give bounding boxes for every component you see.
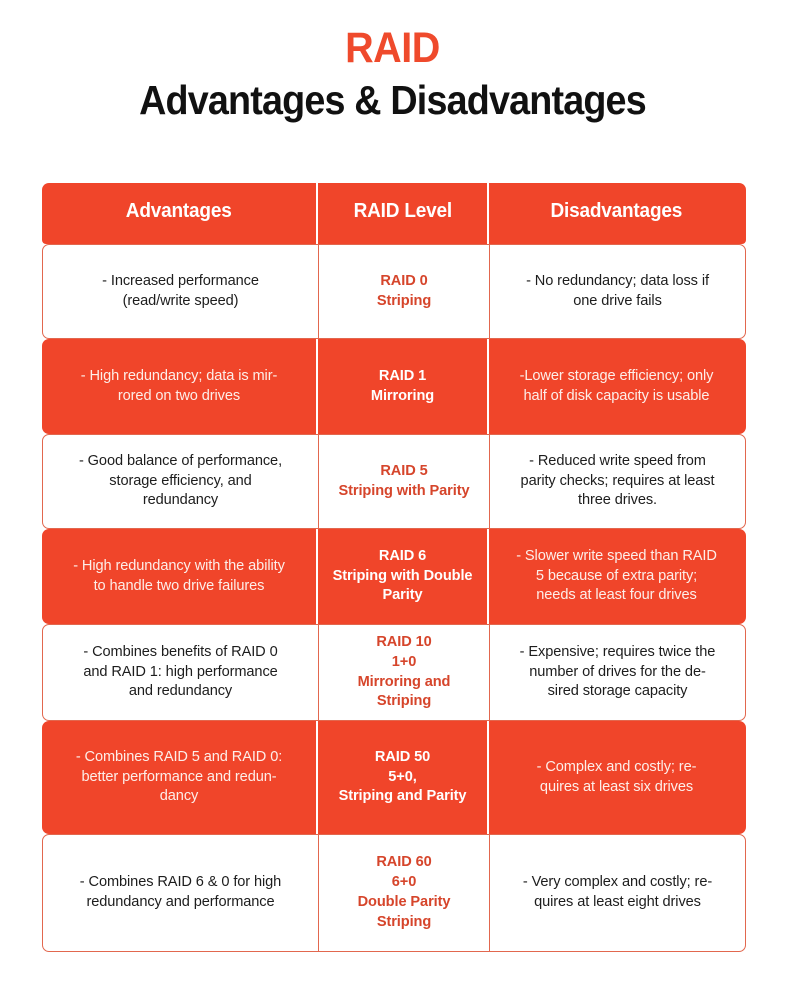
cell-advantages: - Combines RAID 6 & 0 for high redundanc… [43,835,319,951]
disadvantages-text: -Lower storage efficiency; only half of … [519,367,714,404]
header-label-raid-level: RAID Level [353,200,452,222]
advantages-text: - Combines RAID 5 and RAID 0: better per… [75,749,283,805]
advantages-text: - Combines benefits of RAID 0 and RAID 1… [83,644,278,700]
cell-disadvantages: - Very complex and costly; re- quires at… [490,835,745,951]
cell-advantages: - Combines benefits of RAID 0 and RAID 1… [43,625,319,720]
raid-level-text: RAID 6 Striping with Double Parity [332,547,473,604]
table-row: - High redundancy with the ability to ha… [42,529,746,624]
disadvantages-text: - Slower write speed than RAID 5 because… [516,548,717,604]
cell-raid-level: RAID 10 1+0 Mirroring and Striping [319,625,490,720]
disadvantages-text: - Reduced write speed from parity checks… [520,453,715,509]
table-row: - High redundancy; data is mir- rored on… [42,339,746,434]
cell-advantages: - High redundancy with the ability to ha… [42,529,318,624]
table-row: - Combines RAID 6 & 0 for high redundanc… [42,834,746,952]
raid-level-text: RAID 10 1+0 Mirroring and Striping [357,633,451,710]
raid-level-text: RAID 5 Striping with Parity [338,462,470,499]
cell-disadvantages: - Complex and costly; re- quires at leas… [489,721,744,834]
table-row: - Increased performance (read/write spee… [42,244,746,339]
cell-disadvantages: - Slower write speed than RAID 5 because… [489,529,744,624]
cell-disadvantages: -Lower storage efficiency; only half of … [489,339,744,434]
header-cell-advantages: Advantages [42,183,318,244]
cell-raid-level: RAID 50 5+0, Striping and Parity [318,721,489,834]
cell-advantages: - High redundancy; data is mir- rored on… [42,339,318,434]
header-label-advantages: Advantages [126,200,232,222]
advantages-text: - Increased performance (read/write spee… [102,272,259,309]
table-row: - Combines benefits of RAID 0 and RAID 1… [42,624,746,721]
header-label-disadvantages: Disadvantages [550,200,683,222]
advantages-text: - High redundancy with the ability to ha… [73,557,285,594]
raid-comparison-table: Advantages RAID Level Disadvantages - In… [42,183,746,952]
raid-infographic-page: RAID Advantages & Disadvantages Advantag… [0,0,785,986]
cell-advantages: - Increased performance (read/write spee… [43,245,319,338]
title-block: RAID Advantages & Disadvantages [0,0,785,123]
advantages-text: - Combines RAID 6 & 0 for high redundanc… [79,874,282,910]
cell-advantages: - Combines RAID 5 and RAID 0: better per… [42,721,318,834]
cell-raid-level: RAID 6 Striping with Double Parity [318,529,489,624]
table-header-row: Advantages RAID Level Disadvantages [42,183,746,244]
raid-level-text: RAID 0 Striping [376,272,432,309]
disadvantages-text: - Very complex and costly; re- quires at… [522,874,713,910]
cell-disadvantages: - Reduced write speed from parity checks… [490,435,745,528]
cell-raid-level: RAID 1 Mirroring [318,339,489,434]
advantages-text: - Good balance of performance, storage e… [78,453,283,509]
cell-disadvantages: - No redundancy; data loss if one drive … [490,245,745,338]
disadvantages-text: - No redundancy; data loss if one drive … [526,272,709,309]
cell-disadvantages: - Expensive; requires twice the number o… [490,625,745,720]
raid-level-text: RAID 1 Mirroring [370,367,435,404]
cell-raid-level: RAID 0 Striping [319,245,490,338]
disadvantages-text: - Expensive; requires twice the number o… [519,644,716,700]
cell-raid-level: RAID 60 6+0 Double Parity Striping [319,835,490,951]
header-cell-disadvantages: Disadvantages [489,183,744,244]
page-title-main: RAID [345,24,440,72]
table-row: - Combines RAID 5 and RAID 0: better per… [42,721,746,834]
disadvantages-text: - Complex and costly; re- quires at leas… [536,758,697,795]
advantages-text: - High redundancy; data is mir- rored on… [80,367,278,404]
raid-level-text: RAID 60 6+0 Double Parity Striping [357,854,451,930]
cell-advantages: - Good balance of performance, storage e… [43,435,319,528]
header-cell-raid-level: RAID Level [318,183,489,244]
page-title-sub: Advantages & Disadvantages [139,76,647,123]
table-row: - Good balance of performance, storage e… [42,434,746,529]
cell-raid-level: RAID 5 Striping with Parity [319,435,490,528]
raid-level-text: RAID 50 5+0, Striping and Parity [338,748,467,805]
